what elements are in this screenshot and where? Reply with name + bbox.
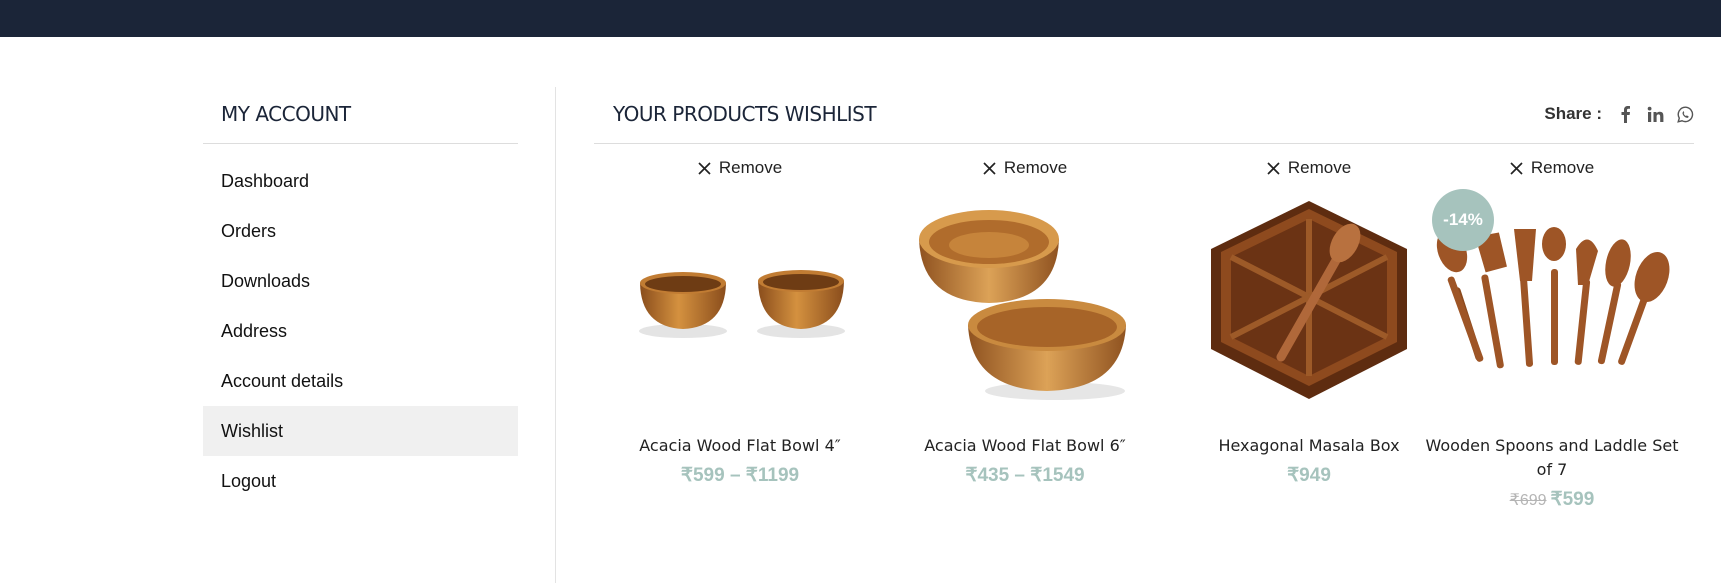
wishlist-grid: Remove Acacia Wood Flat Bowl 4″ ₹599 – ₹…	[594, 155, 1694, 583]
linkedin-icon[interactable]	[1646, 105, 1664, 123]
product-name[interactable]: Wooden Spoons and Laddle Set of 7	[1410, 434, 1694, 482]
remove-label: Remove	[1287, 158, 1352, 177]
remove-label: Remove	[1530, 158, 1595, 177]
share-label: Share :	[1544, 104, 1602, 123]
sidebar-item-address[interactable]: Address	[203, 306, 518, 356]
product-image[interactable]	[620, 189, 860, 419]
remove-button[interactable]: Remove	[698, 155, 782, 181]
sale-price: ₹599	[1550, 489, 1595, 510]
product-image[interactable]	[905, 189, 1145, 419]
sidebar-item-downloads[interactable]: Downloads	[203, 256, 518, 306]
sidebar-title: MY ACCOUNT	[203, 87, 518, 144]
wishlist-panel: YOUR PRODUCTS WISHLIST Share : Remove Ac…	[594, 87, 1694, 510]
wishlist-header: YOUR PRODUCTS WISHLIST Share :	[594, 87, 1694, 144]
page-title: YOUR PRODUCTS WISHLIST	[613, 102, 877, 126]
product-name[interactable]: Hexagonal Masala Box	[1167, 434, 1451, 458]
product-price: ₹699 ₹599	[1410, 488, 1694, 511]
product-name[interactable]: Acacia Wood Flat Bowl 6″	[883, 434, 1167, 458]
discount-badge: -14%	[1432, 189, 1494, 251]
close-icon	[1510, 161, 1523, 175]
top-navigation-bar	[0, 0, 1721, 37]
wishlist-item: Remove Hexagonal Masala Box ₹949	[1167, 155, 1451, 487]
close-icon	[698, 161, 711, 175]
account-menu: Dashboard Orders Downloads Address Accou…	[203, 156, 518, 506]
facebook-icon[interactable]	[1616, 105, 1634, 123]
whatsapp-icon[interactable]	[1676, 105, 1694, 123]
remove-label: Remove	[1003, 158, 1068, 177]
wishlist-item: Remove	[883, 155, 1167, 487]
share-bar: Share :	[1544, 104, 1694, 124]
product-price: ₹599 – ₹1199	[680, 465, 800, 486]
sidebar-item-logout[interactable]: Logout	[203, 456, 518, 506]
product-price: ₹949	[1287, 465, 1331, 486]
remove-button[interactable]: Remove	[1510, 155, 1594, 181]
wishlist-item: Remove	[1410, 155, 1694, 511]
sidebar-item-wishlist[interactable]: Wishlist	[203, 406, 518, 456]
remove-button[interactable]: Remove	[983, 155, 1067, 181]
original-price: ₹699	[1509, 492, 1547, 509]
product-image[interactable]	[1189, 189, 1429, 419]
account-sidebar: MY ACCOUNT Dashboard Orders Downloads Ad…	[203, 87, 518, 506]
product-image[interactable]: -14%	[1432, 189, 1672, 419]
wishlist-item: Remove	[598, 155, 882, 487]
product-name[interactable]: Acacia Wood Flat Bowl 4″	[598, 434, 882, 458]
close-icon	[1267, 161, 1280, 175]
sidebar-item-account-details[interactable]: Account details	[203, 356, 518, 406]
remove-button[interactable]: Remove	[1267, 155, 1351, 181]
remove-label: Remove	[718, 158, 783, 177]
sidebar-item-orders[interactable]: Orders	[203, 206, 518, 256]
sidebar-item-dashboard[interactable]: Dashboard	[203, 156, 518, 206]
close-icon	[983, 161, 996, 175]
product-price: ₹435 – ₹1549	[965, 465, 1085, 486]
vertical-divider	[555, 87, 556, 583]
